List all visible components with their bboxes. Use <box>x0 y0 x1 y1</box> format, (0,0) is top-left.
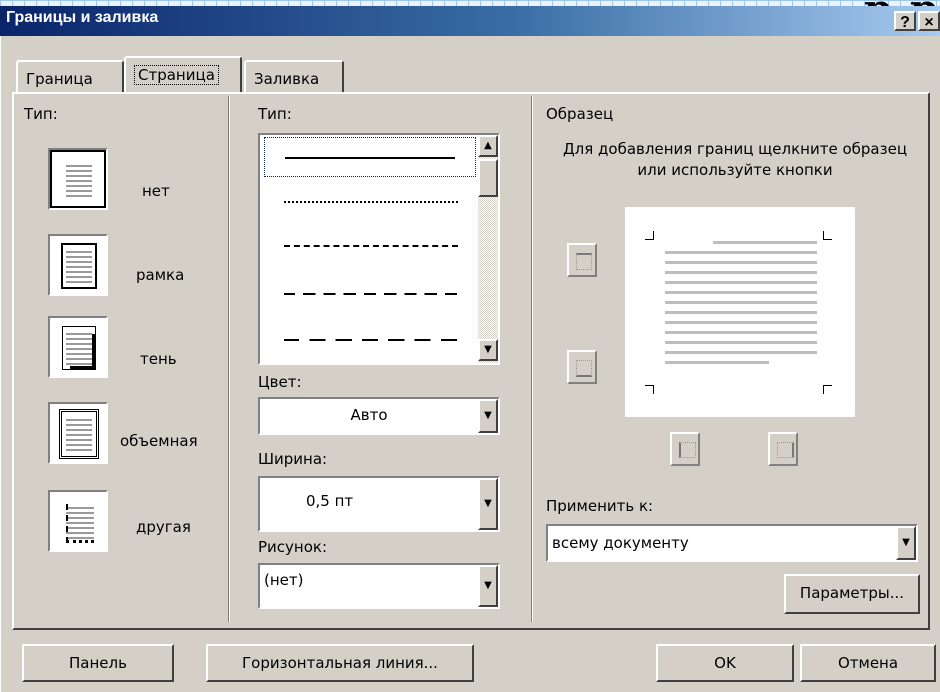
list-item-selected[interactable] <box>264 137 476 177</box>
chevron-down-icon[interactable]: ▼ <box>478 399 498 433</box>
corner-mark <box>823 231 832 240</box>
width-value: 0,5 пт <box>306 492 354 510</box>
tab-border-label: Граница <box>26 70 93 88</box>
text-line <box>665 321 817 324</box>
scroll-down-button[interactable]: ▼ <box>478 339 498 361</box>
setting-none-button[interactable] <box>48 148 108 210</box>
line-style-list[interactable]: ▲ ▼ <box>258 133 500 365</box>
chevron-down-icon[interactable]: ▼ <box>896 526 916 560</box>
setting-custom-label: другая <box>136 518 191 536</box>
text-line <box>665 251 817 254</box>
window-title: Границы и заливка <box>6 9 159 26</box>
preview-page[interactable] <box>625 207 855 417</box>
setting-shadow-button[interactable] <box>48 316 108 378</box>
text-line <box>665 311 817 314</box>
preview-hint: Для добавления границ щелкните образец и… <box>562 140 908 179</box>
tab-shading[interactable]: Заливка <box>244 60 344 92</box>
tab-border[interactable]: Граница <box>16 60 124 92</box>
text-line <box>665 341 817 344</box>
setting-box-label: рамка <box>136 266 185 284</box>
text-line <box>665 351 817 354</box>
line-style-dashed-medium[interactable] <box>284 293 458 295</box>
setting-3d-label: объемная <box>120 432 198 450</box>
top-border-icon <box>576 253 592 270</box>
apply-to-label: Применить к: <box>546 497 654 515</box>
setting-box-button[interactable] <box>48 234 108 296</box>
setting-custom-button[interactable] <box>48 490 108 552</box>
scroll-up-button[interactable]: ▲ <box>478 135 498 157</box>
close-button[interactable]: × <box>918 11 940 31</box>
text-line <box>665 271 817 274</box>
top-border-button[interactable] <box>567 243 597 277</box>
setting-3d-button[interactable] <box>48 402 108 464</box>
page-none-icon <box>66 162 92 198</box>
apply-to-select[interactable]: всему документу ▼ <box>546 524 918 562</box>
width-label: Ширина: <box>258 450 328 468</box>
help-button[interactable]: ? <box>894 11 916 31</box>
page-shadow-icon <box>62 326 96 370</box>
right-border-button[interactable] <box>768 432 798 466</box>
width-select[interactable]: 0,5 пт ▼ <box>258 476 500 532</box>
options-button[interactable]: Параметры... <box>784 574 920 614</box>
line-style-dashed-large[interactable] <box>284 339 458 341</box>
color-value: Авто <box>350 406 388 424</box>
tab-page-border-label: Страница <box>134 65 219 85</box>
setting-label: Тип: <box>24 105 58 123</box>
setting-shadow-label: тень <box>140 350 177 368</box>
preview-label: Образец <box>546 105 614 123</box>
chevron-down-icon[interactable]: ▼ <box>478 478 498 530</box>
tab-page-border[interactable]: Страница <box>124 56 242 92</box>
divider <box>531 96 533 622</box>
text-line <box>665 281 817 284</box>
text-line <box>665 261 817 264</box>
style-label: Тип: <box>258 105 292 123</box>
art-select[interactable]: (нет) ▼ <box>258 563 500 609</box>
text-line <box>665 301 817 304</box>
text-line <box>665 331 817 334</box>
setting-none-label: нет <box>142 182 170 200</box>
line-style-dashed-small[interactable] <box>284 245 458 247</box>
scroll-thumb[interactable] <box>478 159 498 197</box>
right-border-icon <box>777 442 794 458</box>
corner-mark <box>645 231 654 240</box>
text-line <box>713 241 817 244</box>
bottom-border-icon <box>576 360 592 377</box>
art-value: (нет) <box>264 571 304 589</box>
ok-button[interactable]: OK <box>656 644 794 682</box>
toolbar-button[interactable]: Панель <box>22 644 174 682</box>
art-label: Рисунок: <box>258 538 328 556</box>
color-select[interactable]: Авто ▼ <box>258 397 500 435</box>
corner-mark <box>645 385 654 394</box>
bottom-border-button[interactable] <box>567 350 597 384</box>
left-border-button[interactable] <box>670 432 700 466</box>
tab-shading-label: Заливка <box>254 70 320 88</box>
line-style-solid <box>285 157 455 159</box>
apply-to-value: всему документу <box>552 534 689 552</box>
page-custom-icon <box>66 504 94 543</box>
cancel-button[interactable]: Отмена <box>800 644 936 682</box>
page-3d-icon <box>59 409 99 459</box>
text-line <box>665 361 769 364</box>
left-border-icon <box>679 442 696 458</box>
corner-mark <box>823 385 832 394</box>
divider <box>228 96 230 622</box>
page-box-icon <box>61 243 97 289</box>
chevron-down-icon[interactable]: ▼ <box>478 565 498 607</box>
line-style-dotted[interactable] <box>284 201 458 203</box>
horizontal-line-button[interactable]: Горизонтальная линия... <box>206 644 474 682</box>
color-label: Цвет: <box>258 373 302 391</box>
text-line <box>665 291 817 294</box>
